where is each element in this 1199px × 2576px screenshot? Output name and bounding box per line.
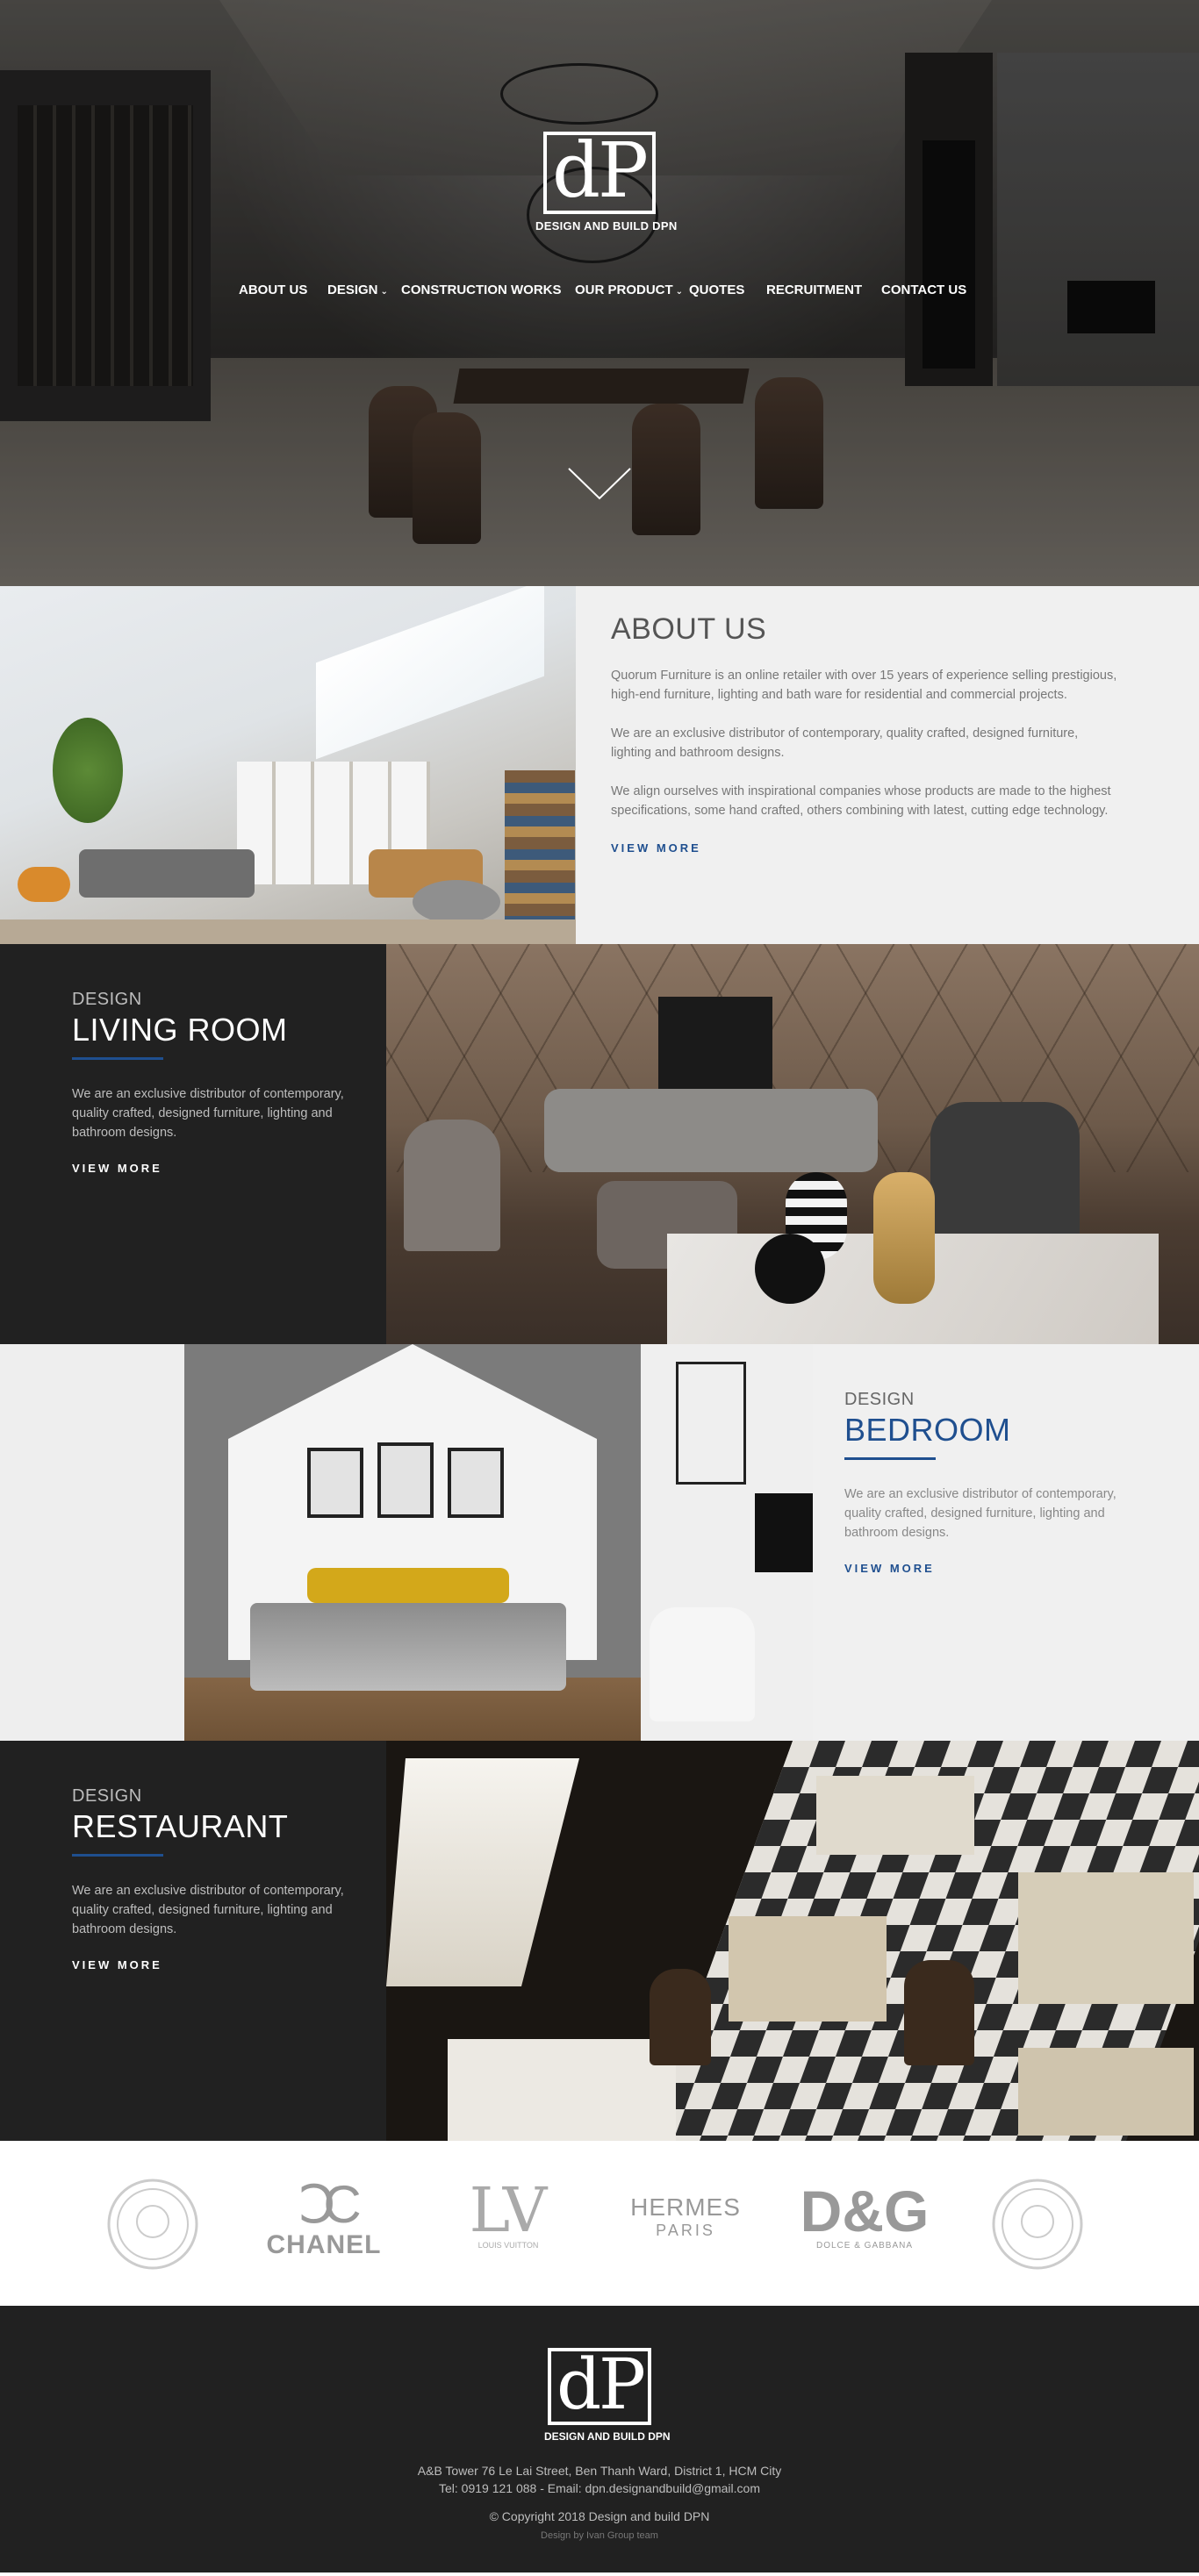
- restaurant-view-more-link[interactable]: VIEW MORE: [72, 1958, 162, 1971]
- table: [816, 1776, 974, 1855]
- logo-tagline: DESIGN AND BUILD DPN: [535, 219, 678, 233]
- nav-recruitment[interactable]: RECRUITMENT: [766, 283, 862, 297]
- chevron-down-icon: ⌄: [675, 287, 684, 297]
- chevron-down-icon[interactable]: [567, 465, 632, 504]
- floor: [0, 919, 576, 944]
- table: [448, 2039, 676, 2141]
- wall-frame: [307, 1448, 363, 1518]
- hermes-logo: HERMES PARIS: [630, 2193, 741, 2239]
- bedroom-image: [0, 1344, 813, 1741]
- restaurant-content: DESIGN RESTAURANT We are an exclusive di…: [0, 1741, 386, 2141]
- dolce-gabbana-logo: D&G DOLCE & GABBANA: [800, 2179, 930, 2250]
- sofa: [79, 849, 255, 898]
- ottoman: [413, 880, 500, 924]
- about-paragraph: Quorum Furniture is an online retailer w…: [611, 669, 1117, 702]
- living-room-section: DESIGN LIVING ROOM We are an exclusive d…: [0, 944, 1199, 1344]
- black-vase: [755, 1234, 825, 1304]
- restaurant-image: [386, 1741, 1199, 2141]
- armchair: [404, 1120, 500, 1251]
- nav-construction-works[interactable]: CONSTRUCTION WORKS: [401, 283, 562, 297]
- bed: [250, 1603, 566, 1691]
- main-nav: ABOUT US DESIGN ⌄ CONSTRUCTION WORKS OUR …: [0, 283, 1199, 304]
- about-content: ABOUT US Quorum Furniture is an online r…: [576, 586, 1199, 944]
- logo-mark: dP: [548, 2348, 651, 2425]
- about-paragraph: We align ourselves with inspirational co…: [611, 784, 1111, 818]
- living-room-content: DESIGN LIVING ROOM We are an exclusive d…: [0, 944, 386, 1344]
- window: [386, 1758, 579, 1986]
- wall-shelf: [676, 1362, 746, 1485]
- section-eyebrow: DESIGN: [72, 1786, 142, 1806]
- logo-tagline: DESIGN AND BUILD DPN: [544, 2430, 671, 2443]
- nav-design[interactable]: DESIGN ⌄: [327, 283, 388, 297]
- chair: [904, 1960, 974, 2065]
- footer-credit[interactable]: Design by Ivan Group team: [0, 2530, 1199, 2541]
- chanel-logo: ↃC CHANEL: [266, 2175, 382, 2260]
- plant: [53, 718, 123, 823]
- wall-frame: [448, 1448, 504, 1518]
- bedroom-content: DESIGN BEDROOM We are an exclusive distr…: [813, 1344, 1199, 1741]
- section-eyebrow: DESIGN: [72, 990, 142, 1009]
- brand-logos: ↃC CHANEL LV LOUIS VUITTON HERMES PARIS …: [0, 2141, 1199, 2306]
- section-title: BEDROOM: [844, 1412, 1011, 1448]
- site-logo[interactable]: dP DESIGN AND BUILD DPN: [535, 132, 678, 233]
- chair: [650, 1969, 711, 2065]
- bedroom-view-more-link[interactable]: VIEW MORE: [844, 1562, 935, 1575]
- about-paragraph: We are an exclusive distributor of conte…: [611, 726, 1079, 760]
- nav-quotes[interactable]: QUOTES: [689, 283, 744, 297]
- table: [1018, 1872, 1194, 2004]
- living-room-view-more-link[interactable]: VIEW MORE: [72, 1162, 162, 1175]
- nav-our-product[interactable]: OUR PRODUCT ⌄: [575, 283, 683, 297]
- nav-about-us[interactable]: ABOUT US: [239, 283, 307, 297]
- restaurant-section: DESIGN RESTAURANT We are an exclusive di…: [0, 1741, 1199, 2141]
- footer-address: A&B Tower 76 Le Lai Street, Ben Thanh Wa…: [417, 2464, 782, 2478]
- medusa-logo: [107, 2179, 198, 2270]
- bedroom-section: DESIGN BEDROOM We are an exclusive distr…: [0, 1344, 1199, 1741]
- sofa: [544, 1089, 878, 1172]
- section-eyebrow: DESIGN: [844, 1390, 915, 1409]
- chevron-down-icon: ⌄: [380, 287, 388, 297]
- medusa-logo: [992, 2179, 1083, 2270]
- section-description: We are an exclusive distributor of conte…: [844, 1487, 1116, 1540]
- about-view-more-link[interactable]: VIEW MORE: [611, 841, 701, 855]
- site-footer: dP DESIGN AND BUILD DPN A&B Tower 76 Le …: [0, 2306, 1199, 2572]
- table: [1018, 2048, 1194, 2136]
- section-description: We are an exclusive distributor of conte…: [72, 1087, 344, 1140]
- living-room-image: [386, 944, 1199, 1344]
- gold-vase: [873, 1172, 935, 1304]
- orange-chair: [18, 867, 70, 902]
- logo-mark: dP: [543, 132, 656, 214]
- louis-vuitton-logo: LV LOUIS VUITTON: [469, 2174, 548, 2250]
- hero-banner: dP DESIGN AND BUILD DPN ABOUT US DESIGN ⌄…: [0, 0, 1199, 586]
- wardrobe: [0, 1344, 184, 1741]
- table: [729, 1916, 887, 2021]
- wall-frame: [377, 1442, 434, 1518]
- skylight: [316, 586, 544, 760]
- yellow-pillows: [307, 1568, 509, 1603]
- section-description: We are an exclusive distributor of conte…: [72, 1884, 344, 1936]
- nav-contact-us[interactable]: CONTACT US: [881, 283, 966, 297]
- about-title: ABOUT US: [611, 612, 767, 646]
- title-underline: [844, 1457, 936, 1460]
- section-title: RESTAURANT: [72, 1808, 289, 1844]
- footer-contact: Tel: 0919 121 088 - Email: dpn.designand…: [439, 2481, 760, 2495]
- monitor: [755, 1493, 813, 1572]
- title-underline: [72, 1854, 163, 1857]
- about-image: [0, 586, 576, 944]
- title-underline: [72, 1057, 163, 1060]
- footer-logo[interactable]: dP DESIGN AND BUILD DPN: [544, 2348, 671, 2443]
- desk-chair: [650, 1607, 755, 1721]
- footer-copyright: © Copyright 2018 Design and build DPN: [489, 2509, 710, 2523]
- section-title: LIVING ROOM: [72, 1012, 288, 1048]
- bookshelf-books: [505, 770, 575, 919]
- about-section: ABOUT US Quorum Furniture is an online r…: [0, 586, 1199, 944]
